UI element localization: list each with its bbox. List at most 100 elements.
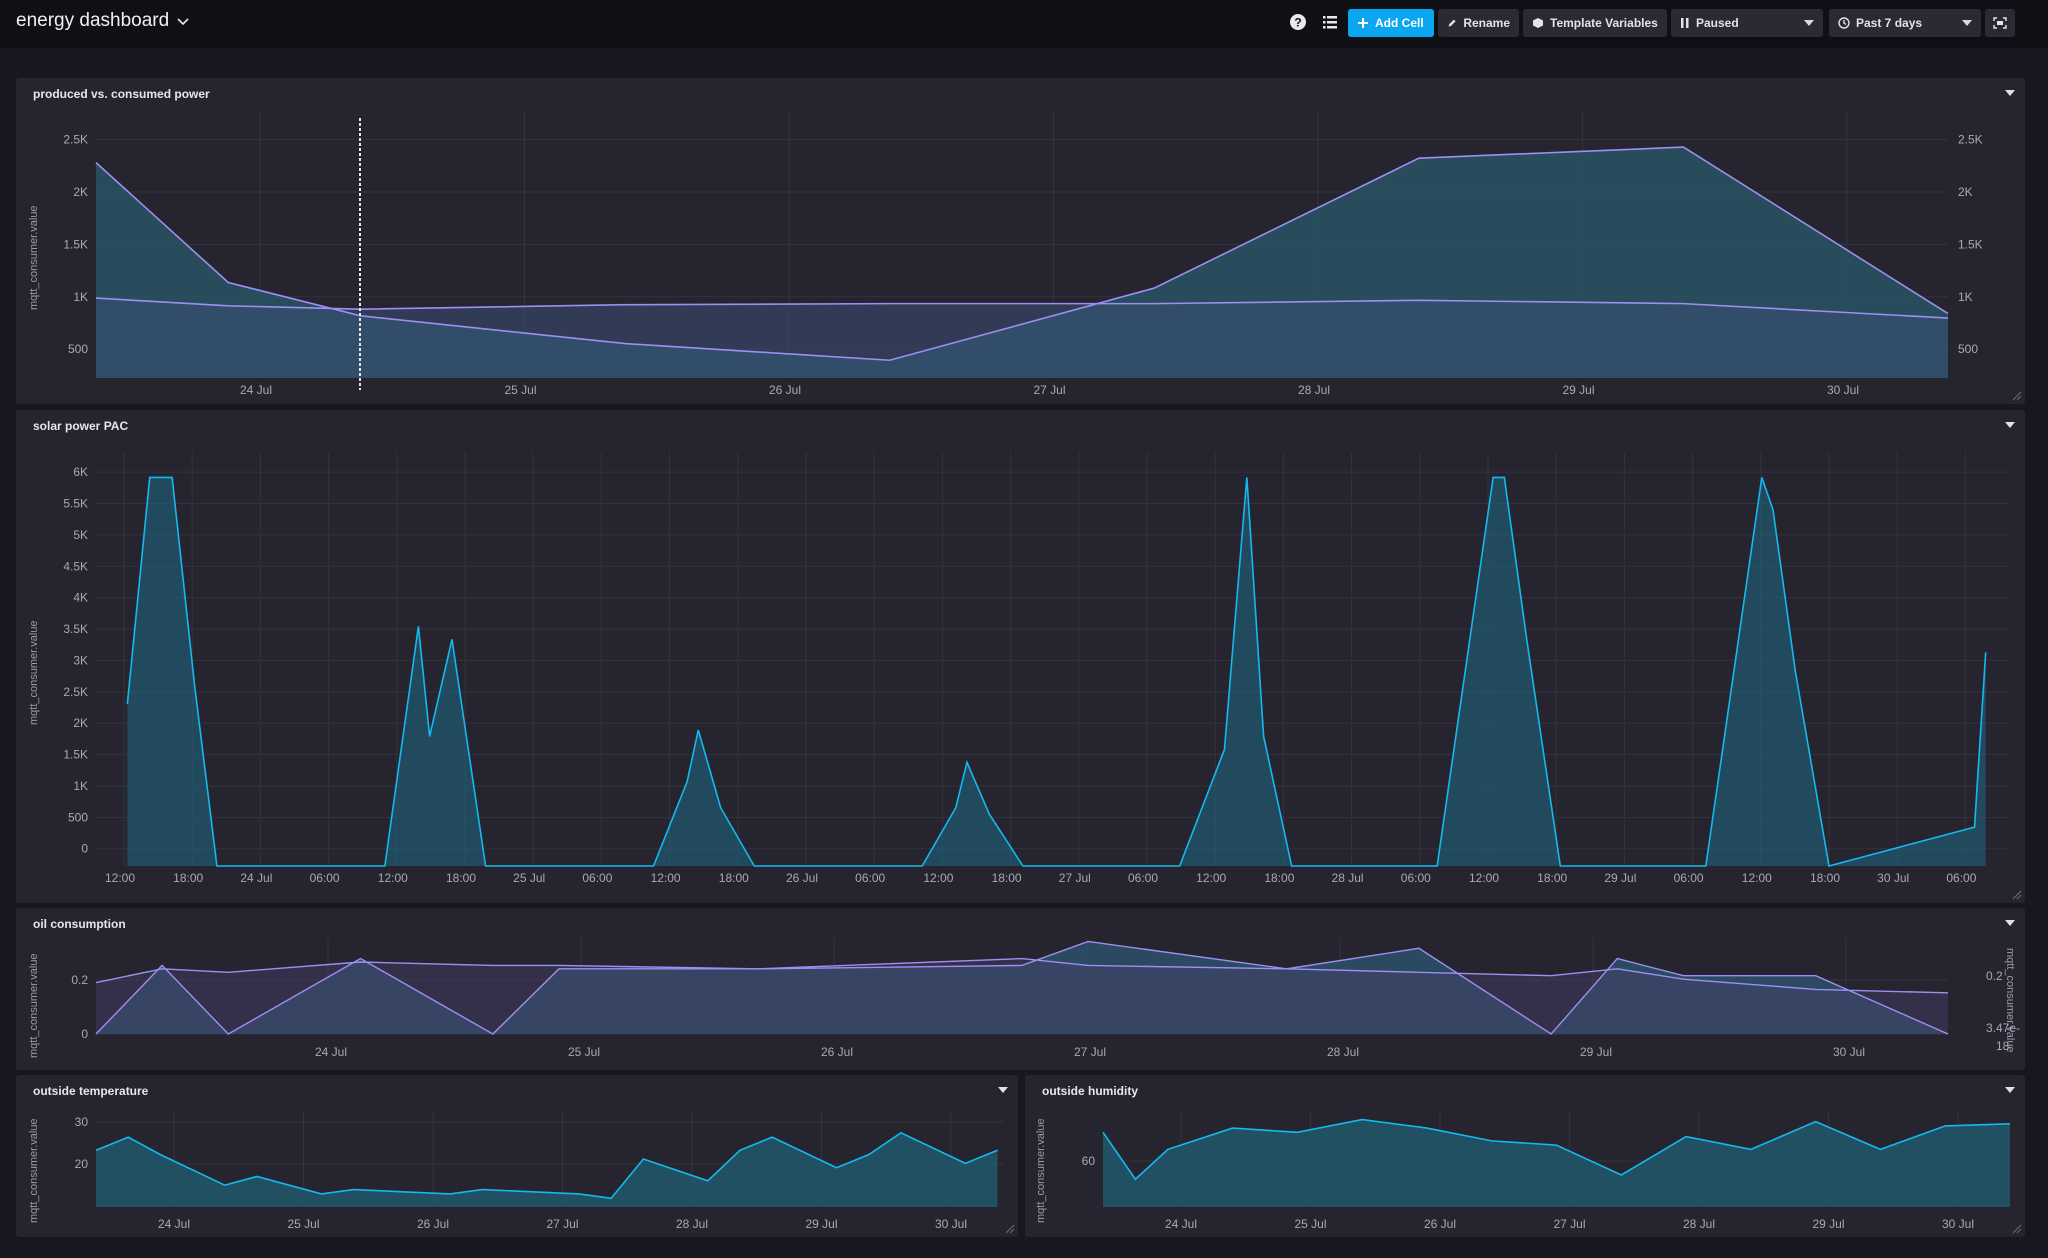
auto-refresh-dropdown[interactable]: Paused — [1671, 9, 1823, 37]
y2-tick-label: 500 — [1958, 342, 1978, 356]
x-tick-label: 24 Jul — [240, 383, 272, 397]
x-tick-label: 27 Jul — [546, 1217, 578, 1231]
x-tick-label: 26 Jul — [786, 871, 818, 885]
caret-down-icon — [1962, 20, 1972, 26]
x-tick-label: 12:00 — [923, 871, 953, 885]
resize-handle-icon[interactable] — [2010, 389, 2022, 401]
y-tick-label: 5K — [73, 528, 88, 542]
x-tick-label: 06:00 — [310, 871, 340, 885]
x-tick-label: 26 Jul — [821, 1045, 853, 1059]
cell-solar-power: solar power PAC mqtt_consumer.value 6K 5.… — [16, 410, 2025, 903]
chevron-down-icon — [177, 18, 189, 26]
dashboard-title-text: energy dashboard — [16, 10, 170, 31]
cube-icon — [1533, 18, 1543, 28]
rename-button[interactable]: Rename — [1438, 9, 1519, 37]
y-tick-label: 60 — [1082, 1154, 1096, 1168]
y-tick-label: 2.5K — [63, 685, 88, 699]
y-tick-label: 1K — [73, 779, 88, 793]
top-bar: energy dashboard ? Add Cell Rename Templ… — [0, 0, 2048, 48]
y-tick-label: 500 — [68, 810, 88, 824]
y-tick-label: 4.5K — [63, 559, 88, 573]
list-icon[interactable] — [1320, 12, 1340, 32]
oil-consumption-chart[interactable]: 0.2 0 0.2 3.47e- 18 24 Jul 25 Jul 26 Jul 27 Jul 2… — [16, 908, 2025, 1070]
x-tick-label: 27 Jul — [1059, 871, 1091, 885]
x-tick-label: 30 Jul — [1827, 383, 1859, 397]
x-tick-label: 18:00 — [1264, 871, 1294, 885]
y2-tick-label: 1K — [1958, 290, 1973, 304]
y-tick-label: 1.5K — [63, 237, 88, 251]
y2-tick-label: 1.5K — [1958, 237, 1983, 251]
x-tick-label: 28 Jul — [1298, 383, 1330, 397]
time-range-dropdown[interactable]: Past 7 days — [1829, 9, 1981, 37]
x-tick-label: 27 Jul — [1033, 383, 1065, 397]
cell-outside-humidity: outside humidity mqtt_consumer.value 60 2… — [1025, 1075, 2025, 1237]
help-icon[interactable]: ? — [1288, 12, 1308, 32]
solar-power-chart[interactable]: 6K 5.5K 5K 4.5K 4K 3.5K 3K 2.5K 2K 1.5K 1K 500 0 12:0… — [16, 410, 2025, 903]
temperature-area — [96, 1132, 998, 1207]
y-tick-label: 2.5K — [63, 133, 88, 147]
svg-text:?: ? — [1294, 16, 1301, 30]
x-tick-label: 06:00 — [1401, 871, 1431, 885]
pause-icon — [1681, 18, 1689, 28]
cell-produced-vs-consumed: produced vs. consumed power mqtt_consume… — [16, 78, 2025, 404]
x-tick-label: 12:00 — [651, 871, 681, 885]
x-tick-label: 25 Jul — [1294, 1217, 1326, 1231]
y-tick-label: 0.2 — [71, 973, 88, 987]
time-range-label: Past 7 days — [1856, 16, 1923, 30]
plus-icon — [1358, 18, 1368, 28]
x-tick-label: 06:00 — [1128, 871, 1158, 885]
produced-consumed-chart[interactable]: 2.5K 2.5K 2K 2K 1.5K 1.5K 1K 1K 500 500 24 Jul 25 J… — [16, 78, 2025, 404]
consumed-area — [96, 298, 1948, 378]
oil-area-b — [96, 958, 1948, 1034]
y-tick-label: 3.5K — [63, 622, 88, 636]
add-cell-button[interactable]: Add Cell — [1348, 9, 1434, 37]
x-tick-label: 28 Jul — [1332, 871, 1364, 885]
clock-icon — [1838, 17, 1850, 29]
pencil-icon — [1448, 19, 1456, 27]
resize-handle-icon[interactable] — [2010, 888, 2022, 900]
y-tick-label: 1.5K — [63, 748, 88, 762]
y2-tick-label: 3.47e- — [1986, 1021, 2020, 1035]
presentation-mode-button[interactable] — [1985, 9, 2015, 37]
caret-down-icon — [1804, 20, 1814, 26]
x-tick-label: 27 Jul — [1074, 1045, 1106, 1059]
x-tick-label: 25 Jul — [504, 383, 536, 397]
fullscreen-icon — [1993, 17, 2007, 29]
template-variables-button[interactable]: Template Variables — [1523, 9, 1667, 37]
y-tick-label: 5.5K — [63, 497, 88, 511]
x-tick-label: 25 Jul — [568, 1045, 600, 1059]
y-tick-label: 0 — [81, 842, 88, 856]
x-tick-label: 25 Jul — [513, 871, 545, 885]
add-cell-label: Add Cell — [1375, 16, 1424, 30]
resize-handle-icon[interactable] — [2010, 1222, 2022, 1234]
x-tick-label: 18:00 — [1810, 871, 1840, 885]
humidity-area — [1103, 1119, 2010, 1207]
y-tick-label: 20 — [75, 1157, 89, 1171]
x-tick-label: 12:00 — [378, 871, 408, 885]
y-tick-label: 6K — [73, 465, 88, 479]
x-tick-label: 18:00 — [1537, 871, 1567, 885]
y-tick-label: 30 — [75, 1115, 89, 1129]
resize-handle-icon[interactable] — [1003, 1222, 1015, 1234]
y2-tick-label: 18 — [1996, 1039, 2010, 1053]
x-tick-label: 24 Jul — [240, 871, 272, 885]
x-tick-label: 06:00 — [855, 871, 885, 885]
outside-temperature-chart[interactable]: 30 20 24 Jul 25 Jul 26 Jul 27 Jul 28 Jul 29 Jul… — [16, 1075, 1018, 1237]
x-tick-label: 29 Jul — [1562, 383, 1594, 397]
x-tick-label: 29 Jul — [805, 1217, 837, 1231]
x-tick-label: 26 Jul — [769, 383, 801, 397]
x-tick-label: 25 Jul — [287, 1217, 319, 1231]
x-tick-label: 24 Jul — [1165, 1217, 1197, 1231]
solar-area — [127, 477, 1986, 866]
x-tick-label: 06:00 — [1946, 871, 1976, 885]
y2-tick-label: 2.5K — [1958, 133, 1983, 147]
y-tick-label: 1K — [73, 290, 88, 304]
x-tick-label: 28 Jul — [676, 1217, 708, 1231]
outside-humidity-chart[interactable]: 60 24 Jul 25 Jul 26 Jul 27 Jul 28 Jul 29 Jul 30… — [1025, 1075, 2025, 1237]
x-tick-label: 12:00 — [105, 871, 135, 885]
dashboard-title[interactable]: energy dashboard — [16, 10, 189, 32]
x-tick-label: 24 Jul — [158, 1217, 190, 1231]
x-tick-label: 12:00 — [1742, 871, 1772, 885]
x-tick-label: 06:00 — [1674, 871, 1704, 885]
x-tick-label: 18:00 — [719, 871, 749, 885]
